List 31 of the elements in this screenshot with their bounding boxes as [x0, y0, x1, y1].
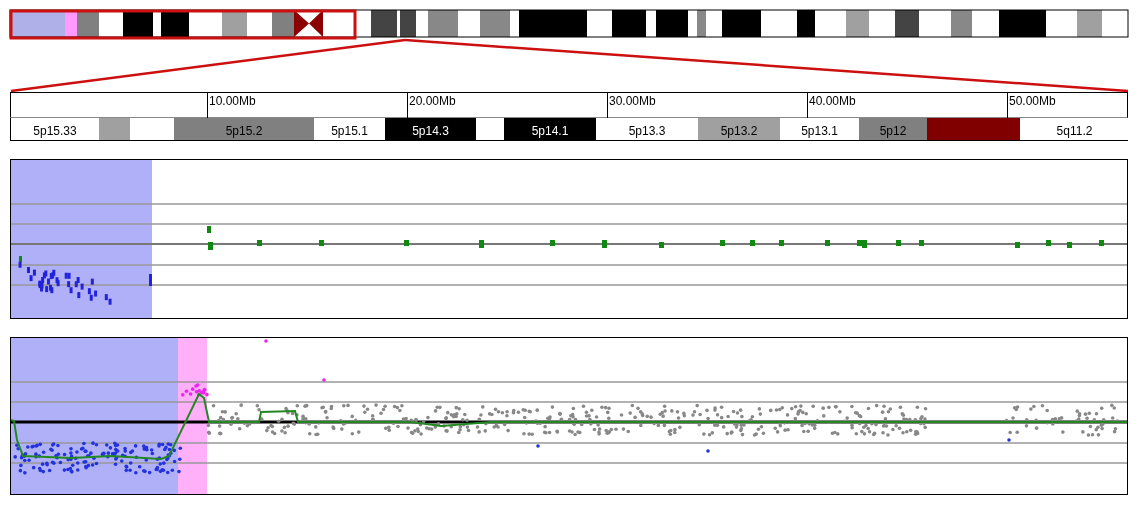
segment-mark [1067, 242, 1072, 248]
data-point [706, 449, 710, 453]
segment-mark [659, 242, 664, 248]
data-point [536, 444, 540, 448]
segment-mark [149, 274, 152, 286]
segment-mark [750, 240, 755, 246]
data-point [1007, 438, 1011, 442]
segment-mark [319, 240, 324, 246]
segment-mark [1015, 242, 1020, 248]
data-point [322, 378, 326, 382]
data-point [264, 339, 268, 343]
segment-mark [919, 240, 924, 246]
segment-mark [479, 240, 484, 248]
segment-mark [896, 240, 901, 246]
cytoband-label: 5p14.1 [504, 118, 596, 140]
segment-mark [550, 240, 555, 246]
segment-mark [404, 240, 409, 246]
cytoband-label: 5p13.2 [698, 118, 780, 140]
cytoband-label: 5p14.3 [385, 118, 476, 140]
segment-mark [602, 240, 607, 248]
segment-mark [207, 226, 211, 233]
segment-mark [1046, 240, 1051, 246]
segment-mark [720, 240, 725, 246]
segment-mark [257, 240, 262, 246]
cytoband-label: 5p12 [859, 118, 927, 140]
segment-mark [1099, 240, 1104, 246]
segment-mark [208, 242, 213, 250]
cytoband-label: 5p15.2 [174, 118, 314, 140]
segment-mark [779, 240, 784, 246]
zoom-frame[interactable] [9, 9, 357, 40]
segment-mark [825, 240, 830, 246]
